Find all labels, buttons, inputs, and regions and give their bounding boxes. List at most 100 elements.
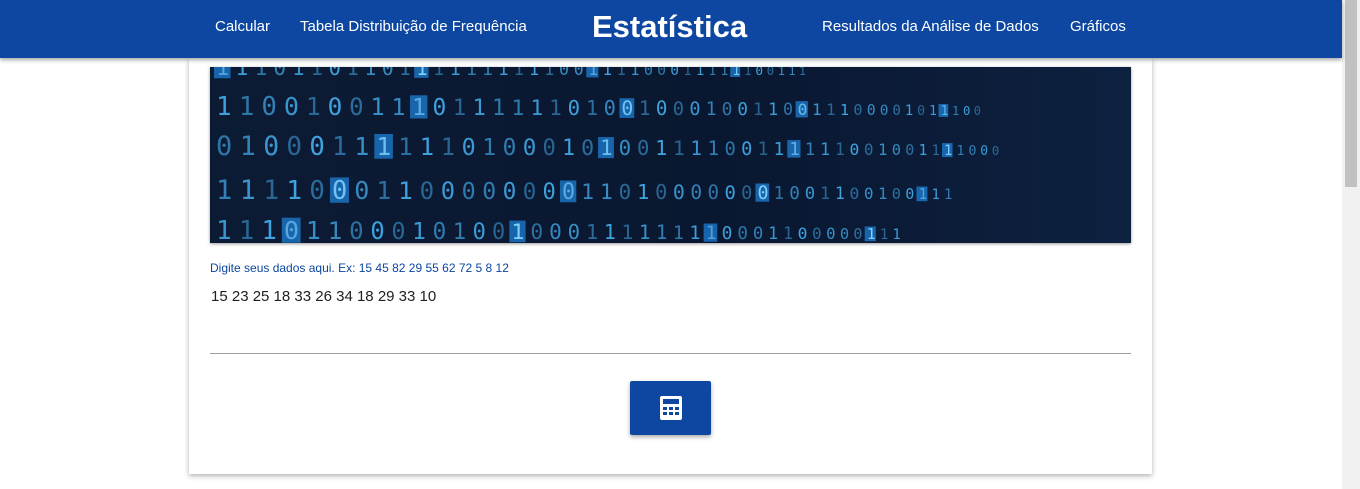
nav-link-tabela-frequencia[interactable]: Tabela Distribuição de Frequência [300, 0, 527, 54]
brand-title[interactable]: Estatística [592, 0, 747, 54]
page-scrollbar[interactable] [1342, 0, 1360, 489]
binary-digit: 0 [656, 97, 668, 120]
binary-digit: 1 [216, 175, 232, 206]
nav-link-calcular[interactable]: Calcular [215, 0, 270, 54]
binary-digit: 1 [812, 100, 822, 119]
binary-digit: 1 [416, 67, 428, 80]
calculate-button[interactable] [630, 381, 711, 435]
binary-digit: 0 [905, 185, 914, 203]
binary-digit: 0 [263, 131, 279, 162]
binary-digit: 0 [284, 92, 299, 121]
binary-digit: 0 [354, 176, 369, 205]
binary-digit: 0 [757, 183, 768, 204]
binary-digit: 0 [689, 99, 700, 120]
nav-link-graficos[interactable]: Gráficos [1070, 0, 1126, 54]
binary-digit: 1 [820, 140, 830, 160]
binary-digit: 1 [732, 67, 740, 79]
binary-digit: 0 [568, 96, 580, 120]
binary-digit: 1 [472, 95, 485, 121]
binary-digit: 1 [433, 67, 444, 80]
binary-digit: 1 [600, 179, 613, 204]
binary-digit: 1 [347, 67, 359, 80]
binary-digit: 1 [364, 67, 376, 80]
binary-digit: 0 [917, 103, 925, 119]
binary-digit: 1 [498, 67, 509, 80]
binary-digit: 0 [864, 140, 874, 159]
binary-digit: 0 [619, 180, 632, 204]
binary-digit: 0 [261, 91, 276, 121]
binary-digit: 0 [905, 141, 914, 159]
binary-digit: 1 [835, 140, 845, 159]
binary-digit: 1 [941, 104, 949, 119]
binary-digit: 0 [767, 67, 775, 78]
binary-digit: 1 [391, 93, 405, 121]
binary-digit: 0 [724, 182, 735, 204]
binary-digit: 1 [956, 143, 964, 159]
binary-digit: 1 [774, 139, 785, 160]
binary-digit: 1 [466, 67, 477, 80]
binary-digit: 1 [757, 139, 768, 160]
binary-digit: 1 [673, 137, 685, 160]
binary-digit: 0 [637, 136, 649, 160]
binary-digit: 1 [706, 99, 717, 120]
binary-digit: 1 [826, 100, 835, 119]
binary-digit: 0 [867, 102, 876, 119]
binary-digit: 0 [309, 132, 324, 162]
binary-digit: 1 [603, 67, 613, 79]
binary-digit: 0 [542, 179, 555, 205]
binary-digit: 1 [931, 143, 940, 159]
scrollbar-thumb[interactable] [1345, 0, 1357, 187]
nav-link-resultados[interactable]: Resultados da Análise de Dados [822, 0, 1039, 54]
binary-digit: 0 [286, 132, 302, 162]
binary-digit: 0 [992, 143, 1000, 158]
binary-digit: 1 [918, 142, 927, 159]
binary-digit: 1 [905, 103, 913, 119]
binary-digit: 0 [892, 185, 901, 203]
binary-digit: 1 [931, 187, 940, 203]
binary-digit: 0 [523, 179, 537, 205]
binary-digit: 1 [511, 220, 524, 243]
binary-digit: 1 [482, 67, 493, 80]
binary-digit: 1 [292, 67, 305, 80]
binary-digit: 0 [349, 93, 364, 121]
binary-digit: 0 [273, 67, 286, 80]
binary-digit: 1 [630, 67, 639, 79]
binary-code-banner: 1110110110111111111100111100011111100111… [210, 67, 1131, 243]
binary-digit: 1 [892, 227, 901, 243]
binary-digit: 0 [741, 139, 752, 160]
data-input-field[interactable] [210, 284, 1131, 354]
binary-digit: 1 [878, 184, 887, 203]
binary-digit: 1 [656, 221, 668, 243]
binary-digit: 1 [529, 67, 539, 80]
binary-digit: 1 [840, 101, 849, 119]
binary-digit: 1 [453, 95, 467, 121]
binary-digit: 1 [399, 67, 411, 80]
binary-digit: 0 [741, 183, 752, 204]
binary-digit: 1 [768, 224, 778, 243]
binary-digit: 0 [441, 177, 455, 205]
input-hint-label: Digite seus dados aqui. Ex: 15 45 82 29 … [210, 261, 509, 275]
binary-digit: 0 [724, 138, 735, 160]
binary-digit: 0 [853, 101, 862, 119]
binary-digit: 1 [878, 140, 887, 159]
binary-digit: 1 [514, 67, 525, 80]
binary-digit: 1 [708, 137, 720, 160]
binary-digit: 0 [805, 184, 815, 204]
binary-digit: 1 [263, 175, 279, 206]
binary-digit: 1 [453, 219, 467, 243]
binary-digit: 0 [968, 144, 976, 159]
binary-digit: 0 [722, 223, 733, 243]
binary-digit: 0 [783, 100, 793, 119]
binary-digit: 1 [530, 96, 543, 121]
binary-digit: 0 [568, 220, 580, 243]
binary-digit: 0 [850, 184, 860, 203]
binary-digit: 0 [708, 181, 720, 204]
binary-digit: 1 [617, 67, 626, 79]
binary-digit: 1 [637, 180, 649, 204]
binary-digit: 0 [349, 217, 364, 243]
binary-digit: 0 [880, 103, 889, 119]
binary-digit: 1 [544, 67, 554, 80]
binary-digit: 1 [420, 133, 435, 161]
binary-digit: 1 [783, 224, 793, 243]
binary-digit: 0 [530, 220, 543, 243]
